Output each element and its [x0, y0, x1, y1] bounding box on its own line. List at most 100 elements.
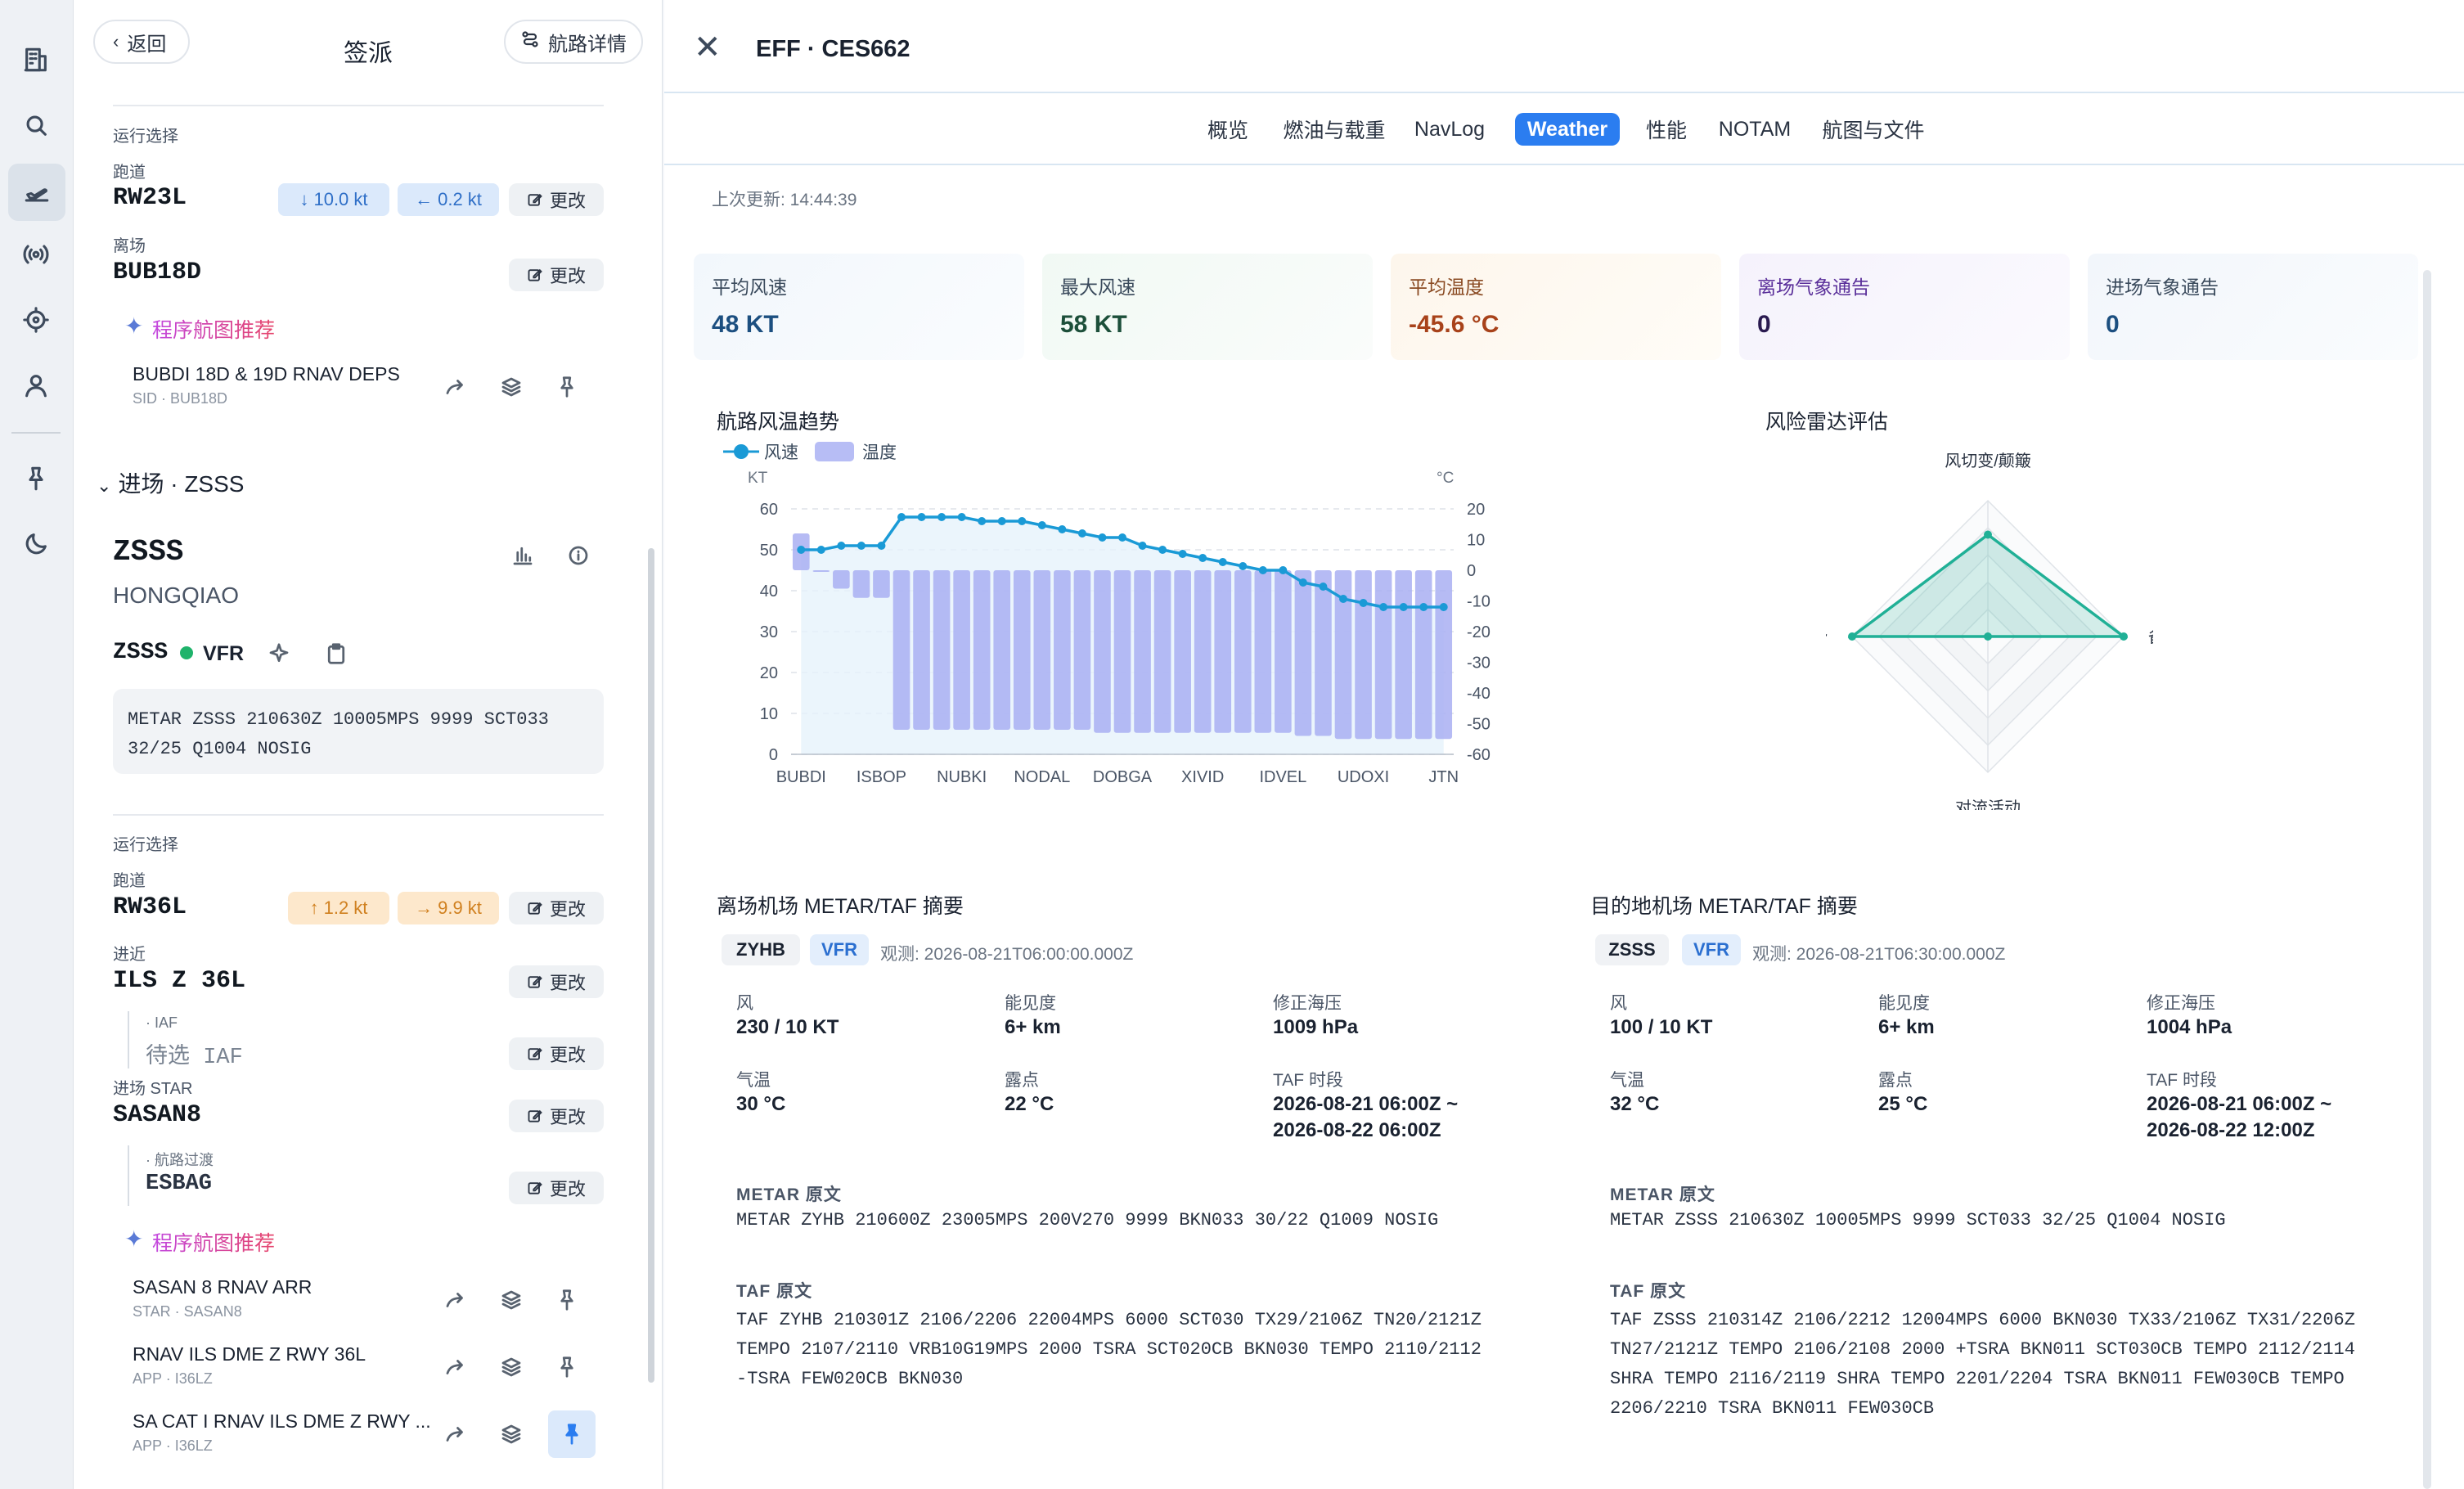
change-label: 更改: [549, 899, 586, 920]
radar-axis-label: 对流活动: [1955, 798, 2021, 810]
y-right-tick: -10: [1467, 593, 1491, 611]
target-icon[interactable]: [17, 301, 55, 339]
pin-icon[interactable]: [17, 460, 55, 497]
tabs-divider: [664, 164, 2464, 165]
share-icon[interactable]: [437, 1348, 474, 1386]
user-icon[interactable]: [17, 367, 55, 404]
wind-point: [1098, 533, 1107, 542]
proc-title[interactable]: BUBDI 18D & 19D RNAV DEPS: [133, 363, 400, 385]
pin-icon[interactable]: [548, 1281, 586, 1319]
change-approach-button[interactable]: 更改: [509, 965, 604, 998]
taf-raw-line: SHRA TEMPO 2116/2119 SHRA TEMPO 2201/220…: [1610, 1369, 2345, 1389]
tab-notam[interactable]: NOTAM: [1713, 113, 1796, 146]
proc-title[interactable]: RNAV ILS DME Z RWY 36L: [133, 1343, 366, 1365]
dep-procedure: BUB18D: [113, 259, 202, 286]
rail-divider: [11, 432, 61, 434]
dewpoint-value: 22 °C: [1005, 1093, 1054, 1115]
pin-active-icon[interactable]: [548, 1410, 596, 1458]
wind-point: [1218, 558, 1227, 566]
wind-point: [797, 546, 806, 554]
temp-key: 气温: [1610, 1071, 1644, 1090]
change-label: 更改: [549, 1107, 586, 1127]
route-detail-button[interactable]: 航路详情: [504, 20, 643, 64]
change-label: 更改: [549, 1045, 586, 1065]
arrival-section-toggle[interactable]: ⌄ 进场 · ZSSS: [97, 466, 244, 499]
dewpoint-key: 露点: [1878, 1071, 1913, 1090]
pin-icon[interactable]: [548, 1348, 586, 1386]
share-icon[interactable]: [437, 1281, 474, 1319]
tab-charts-docs[interactable]: 航图与文件: [1818, 113, 1929, 146]
change-runway-button[interactable]: 更改: [509, 183, 604, 216]
tab-navlog[interactable]: NavLog: [1410, 113, 1489, 146]
moon-icon[interactable]: [17, 525, 55, 563]
share-icon[interactable]: [437, 1415, 474, 1453]
temp-bar: [852, 570, 870, 598]
broadcast-icon[interactable]: [17, 236, 55, 273]
search-icon[interactable]: [17, 106, 55, 144]
y-left-tick: 30: [760, 623, 778, 641]
taf-period-key: TAF 时段: [1273, 1071, 1343, 1090]
wind-point: [1359, 599, 1368, 607]
change-runway-button[interactable]: 更改: [509, 892, 604, 924]
radar-axis-label: 备降压力: [2148, 628, 2153, 646]
temp-bar: [833, 570, 850, 589]
clipboard-icon[interactable]: [317, 635, 355, 673]
bar-chart-icon[interactable]: [504, 537, 542, 574]
wind-point: [1118, 533, 1126, 542]
layers-icon[interactable]: [492, 368, 530, 406]
runway-label: 跑道: [113, 872, 146, 890]
layers-icon[interactable]: [492, 1348, 530, 1386]
change-star-button[interactable]: 更改: [509, 1100, 604, 1132]
back-button[interactable]: ‹ 返回: [93, 20, 190, 64]
y-right-tick: 20: [1467, 501, 1485, 519]
scrollbar[interactable]: [648, 548, 654, 1383]
tab-fuel-load[interactable]: 燃油与载重: [1281, 113, 1387, 146]
proc-title[interactable]: SA CAT I RNAV ILS DME Z RWY ...: [133, 1410, 431, 1433]
wind-point: [897, 513, 906, 521]
y-right-unit: °C: [1437, 470, 1454, 487]
tab-weather[interactable]: Weather: [1515, 113, 1620, 146]
y-left-tick: 0: [769, 746, 778, 764]
divider: [113, 814, 604, 816]
change-label: 更改: [549, 973, 586, 993]
layers-icon[interactable]: [492, 1281, 530, 1319]
arrival-section-label: 进场 · ZSSS: [118, 471, 245, 497]
arr-icao-badge: ZSSS: [1595, 934, 1669, 965]
visibility-value: 6+ km: [1878, 1016, 1935, 1038]
arrow-left-icon: ←: [415, 189, 434, 209]
change-iaf-button[interactable]: 更改: [509, 1037, 604, 1070]
taf-raw-line: TAF ZSSS 210314Z 2106/2212 12004MPS 6000…: [1610, 1310, 2355, 1330]
taf-period-end: 2026-08-22 06:00Z: [1273, 1119, 1441, 1141]
stat-label: 进场气象通告: [2106, 277, 2219, 298]
edit-icon: [528, 975, 542, 988]
pin-icon[interactable]: [548, 368, 586, 406]
tab-overview[interactable]: 概览: [1201, 113, 1255, 146]
wind-point: [957, 513, 966, 521]
visibility-key: 能见度: [1878, 994, 1930, 1013]
legend-wind-label: 风速: [764, 443, 798, 462]
dewpoint-value: 25 °C: [1878, 1093, 1928, 1115]
change-departure-button[interactable]: 更改: [509, 259, 604, 291]
radar-axis-label: 结冰潜势: [1826, 628, 1828, 646]
wind-point: [1399, 603, 1408, 611]
wind-point: [1279, 566, 1288, 574]
temp-bar: [913, 570, 930, 730]
headwind-value: 1.2 kt: [323, 897, 368, 918]
layers-icon[interactable]: [492, 1415, 530, 1453]
divider: [113, 105, 604, 106]
share-icon[interactable]: [437, 368, 474, 406]
arr-runway: RW36L: [113, 893, 187, 921]
chevron-left-icon: ‹: [113, 31, 119, 52]
flight-icon[interactable]: [8, 164, 65, 221]
scrollbar[interactable]: [2423, 270, 2431, 1489]
sparkle-icon[interactable]: [260, 635, 298, 673]
proc-title[interactable]: SASAN 8 RNAV ARR: [133, 1276, 312, 1298]
wind-value: 230 / 10 KT: [736, 1016, 839, 1038]
stat-value: 0: [1757, 311, 1771, 338]
temp-bar: [1275, 570, 1292, 733]
building-icon[interactable]: [17, 41, 55, 79]
close-icon[interactable]: ✕: [694, 31, 722, 64]
tab-performance[interactable]: 性能: [1639, 113, 1693, 146]
info-icon[interactable]: [560, 537, 597, 574]
change-transition-button[interactable]: 更改: [509, 1172, 604, 1204]
